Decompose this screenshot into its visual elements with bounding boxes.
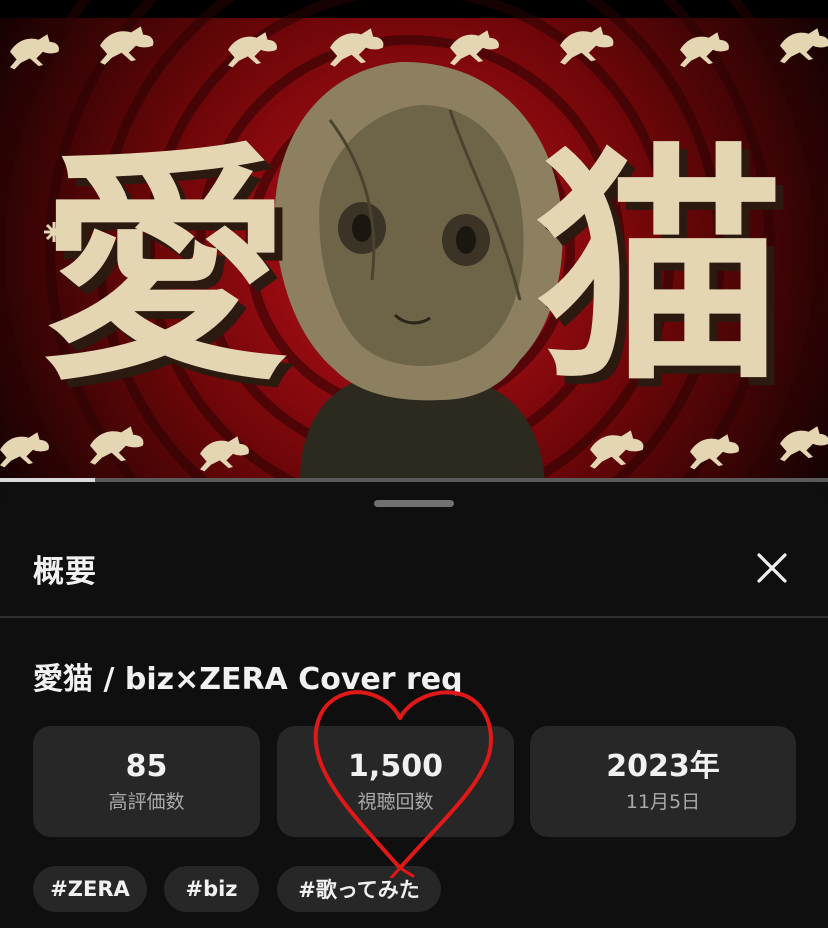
- hashtag-chip[interactable]: #歌ってみた: [277, 866, 441, 912]
- thumbnail-art: 愛 愛 猫 猫: [0, 0, 828, 482]
- description-panel: 概要 愛猫 / biz×ZERA Cover req 85 高評価数 1,500…: [0, 484, 828, 928]
- views-label: 視聴回数: [357, 790, 434, 813]
- thumbnail-title-char-2: 猫: [535, 120, 785, 414]
- thumbnail-title-char-1: 愛: [40, 120, 290, 414]
- video-progress-fill: [0, 478, 96, 482]
- upload-date-stat: 2023年 11月5日: [530, 726, 796, 837]
- views-count: 1,500: [348, 748, 443, 784]
- upload-year: 2023年: [606, 748, 720, 784]
- likes-count: 85: [125, 748, 168, 784]
- panel-divider: [0, 616, 828, 618]
- video-player[interactable]: 愛 愛 猫 猫: [0, 0, 828, 482]
- video-progress-bar[interactable]: [0, 478, 828, 482]
- panel-title: 概要: [33, 554, 97, 590]
- drag-handle[interactable]: [374, 500, 454, 507]
- likes-stat: 85 高評価数: [33, 726, 260, 837]
- video-description-screen: 愛 愛 猫 猫 概要 愛猫 / biz×ZERA Cover req 85 高評…: [0, 0, 828, 928]
- views-stat: 1,500 視聴回数: [277, 726, 514, 837]
- close-button[interactable]: [748, 544, 796, 592]
- close-icon: [757, 553, 787, 583]
- character-illustration: [274, 61, 563, 482]
- video-title: 愛猫 / biz×ZERA Cover req: [33, 662, 463, 697]
- hashtag-chip[interactable]: #biz: [164, 866, 259, 912]
- sparkle-icon: [44, 222, 64, 242]
- likes-label: 高評価数: [108, 790, 185, 813]
- upload-date: 11月5日: [625, 790, 701, 813]
- hashtag-chip[interactable]: #ZERA: [33, 866, 147, 912]
